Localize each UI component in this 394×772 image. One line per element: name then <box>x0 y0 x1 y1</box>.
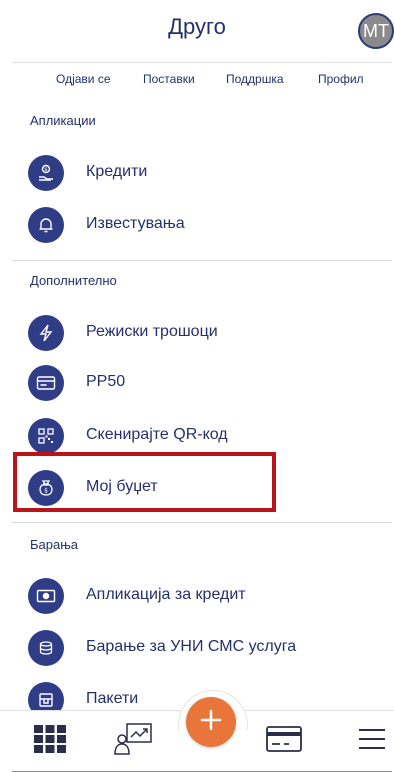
menu-label-notifications: Известувања <box>86 215 185 232</box>
banknote-icon <box>28 578 64 614</box>
svg-text:$: $ <box>44 167 48 173</box>
section-title-requests: Барања <box>30 537 79 552</box>
settings-link[interactable]: Поставки <box>143 72 195 86</box>
page-title: Друго <box>168 14 226 39</box>
section-divider <box>12 260 392 261</box>
section-title-applications: Апликации <box>30 113 96 128</box>
add-button[interactable] <box>186 697 236 747</box>
nav-investment-button[interactable] <box>111 721 155 761</box>
card-icon <box>265 724 303 759</box>
highlight-box <box>13 452 276 512</box>
menu-label-sms-service: Барање за УНИ СМС услуга <box>86 638 297 655</box>
money-hand-icon: $ <box>28 155 64 191</box>
menu-item-notifications[interactable]: Известувања <box>26 205 376 245</box>
menu-item-credit-application[interactable]: Апликација за кредит <box>26 576 376 616</box>
avatar[interactable]: MT <box>358 13 394 49</box>
header: Друго MT <box>0 0 394 62</box>
bell-icon <box>28 207 64 243</box>
menu-label-packages: Пакети <box>86 690 139 707</box>
menu-item-utility-costs[interactable]: Режиски трошоци <box>26 313 376 353</box>
nav-card-button[interactable] <box>262 721 306 761</box>
card-document-icon <box>28 365 64 401</box>
menu-icon <box>357 726 387 757</box>
nav-menu-button[interactable] <box>350 721 394 761</box>
profile-link[interactable]: Профил <box>318 72 364 86</box>
menu-label-credit-application: Апликација за кредит <box>86 586 246 603</box>
section-divider <box>12 522 392 523</box>
plus-icon <box>199 708 223 737</box>
menu-label-utility-costs: Режиски трошоци <box>86 323 218 340</box>
menu-item-scan-qr[interactable]: Скенирајте QR-код <box>26 416 376 456</box>
menu-label-scan-qr: Скенирајте QR-код <box>86 426 228 443</box>
top-links-bar: Одјави се Поставки Поддршка Профил <box>12 62 392 94</box>
coins-icon <box>28 630 64 666</box>
nav-grid-button[interactable] <box>28 721 72 761</box>
investment-icon <box>113 722 153 761</box>
menu-label-pp50: PP50 <box>86 373 126 390</box>
grid-icon <box>33 724 67 759</box>
qr-code-icon <box>28 418 64 454</box>
section-title-additional: Дополнително <box>30 273 117 288</box>
menu-item-sms-service[interactable]: Барање за УНИ СМС услуга <box>26 628 376 668</box>
support-link[interactable]: Поддршка <box>226 72 284 86</box>
logout-link[interactable]: Одјави се <box>56 72 111 86</box>
menu-item-pp50[interactable]: PP50 <box>26 363 376 403</box>
menu-label-credits: Кредити <box>86 163 148 180</box>
lightning-icon <box>28 315 64 351</box>
menu-item-credits[interactable]: $ Кредити <box>26 153 376 193</box>
